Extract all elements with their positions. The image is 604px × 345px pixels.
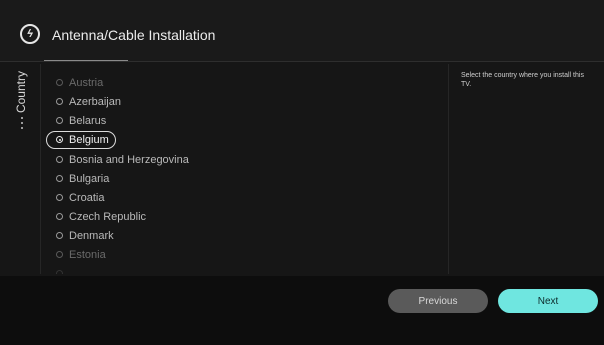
radio-icon bbox=[56, 251, 63, 258]
radio-icon bbox=[56, 194, 63, 201]
radio-icon bbox=[56, 79, 63, 86]
list-item-label: Azerbaijan bbox=[69, 96, 121, 108]
next-button[interactable]: Next bbox=[498, 289, 598, 313]
list-item[interactable]: Czech Republic bbox=[46, 208, 286, 226]
list-item-label: Belgium bbox=[69, 134, 109, 146]
installation-icon: ϟ bbox=[20, 24, 40, 44]
page-title: Antenna/Cable Installation bbox=[52, 27, 216, 43]
country-list: Austria Azerbaijan Belarus Belgium Bosni… bbox=[46, 74, 306, 274]
list-item[interactable]: Bosnia and Herzegovina bbox=[46, 151, 286, 169]
list-item-selected[interactable]: Belgium bbox=[46, 131, 286, 149]
list-item-label: Denmark bbox=[69, 230, 114, 242]
list-item-label: Estonia bbox=[69, 249, 106, 261]
radio-icon bbox=[56, 232, 63, 239]
list-item-label: Croatia bbox=[69, 192, 105, 204]
radio-icon bbox=[56, 270, 63, 274]
sidebar-tab-label: Country bbox=[14, 71, 28, 114]
list-item[interactable]: Estonia bbox=[46, 246, 286, 264]
list-item[interactable]: Azerbaijan bbox=[46, 93, 286, 111]
right-divider bbox=[448, 64, 449, 274]
header-bar: ϟ Antenna/Cable Installation bbox=[0, 0, 604, 62]
list-item-label: Czech Republic bbox=[69, 211, 147, 223]
list-item[interactable]: Bulgaria bbox=[46, 170, 286, 188]
radio-icon bbox=[56, 156, 63, 163]
previous-button[interactable]: Previous bbox=[388, 289, 488, 313]
more-dots-icon bbox=[21, 117, 23, 129]
left-divider bbox=[40, 64, 41, 274]
list-item[interactable]: Croatia bbox=[46, 189, 286, 207]
radio-icon bbox=[56, 213, 63, 220]
list-item[interactable]: Belarus bbox=[46, 112, 286, 130]
list-item-cut-off bbox=[46, 265, 286, 274]
radio-selected-icon bbox=[56, 136, 63, 143]
list-item[interactable]: Denmark bbox=[46, 227, 286, 245]
radio-icon bbox=[56, 117, 63, 124]
list-item-label: Belarus bbox=[69, 115, 107, 127]
help-text: Select the country where you install thi… bbox=[461, 72, 584, 88]
radio-icon bbox=[56, 98, 63, 105]
list-item-label: Austria bbox=[69, 77, 104, 89]
list-item-label: Bosnia and Herzegovina bbox=[69, 154, 189, 166]
list-item-label: Bulgaria bbox=[69, 173, 110, 185]
list-item[interactable]: Austria bbox=[46, 74, 286, 92]
radio-icon bbox=[56, 175, 63, 182]
